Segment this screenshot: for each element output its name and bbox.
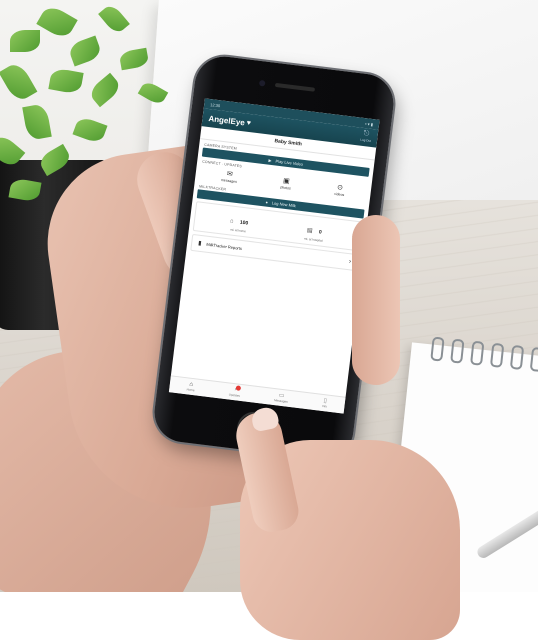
logout-label: Log Out xyxy=(360,137,372,143)
nav-home[interactable]: ⌂ Home xyxy=(186,381,195,393)
videos-label: videos xyxy=(333,191,345,198)
nav-info-label: Info xyxy=(321,403,328,409)
status-icons: ▪ ▾ ▮ xyxy=(364,120,374,127)
nav-info[interactable]: ▯ Info xyxy=(321,398,328,409)
milk-hospital-value: 0 xyxy=(318,229,323,236)
logo-text: AngelEye xyxy=(208,113,246,127)
milk-drop-icon: ● xyxy=(265,199,269,205)
nav-messages-label: Messages xyxy=(273,398,288,404)
bar-chart-icon: ▮ xyxy=(197,240,202,248)
left-hand-fingers xyxy=(352,215,400,385)
photos-label: photos xyxy=(280,185,291,191)
photos-button[interactable]: ▣ photos xyxy=(280,177,292,191)
messages-button[interactable]: ✉ messages xyxy=(221,170,238,184)
milk-stat-home: ⌂ 100 mL at home xyxy=(200,206,278,237)
videos-button[interactable]: ⊙ videos xyxy=(334,184,346,197)
phone-screen: 12:30 ▪ ▾ ▮ AngelEye ♥ ⎋ Log Out Baby Sm… xyxy=(168,98,380,414)
milk-home-value: 100 xyxy=(239,219,249,227)
milk-home-label: mL at home xyxy=(229,227,247,234)
notification-badge xyxy=(235,385,241,391)
nav-updates-label: Updates xyxy=(228,392,241,398)
milk-stat-hospital: ▤ 0 mL at hospital xyxy=(275,215,353,246)
milk-hospital-label: mL at hospital xyxy=(303,236,323,243)
status-time: 12:30 xyxy=(209,101,221,108)
hospital-icon: ▤ xyxy=(306,227,313,235)
angeleye-logo: AngelEye ♥ xyxy=(208,114,251,128)
messages-label: messages xyxy=(220,177,238,184)
log-milk-label: Log New Milk xyxy=(271,200,297,209)
nav-updates[interactable]: ◔ Updates xyxy=(228,385,241,398)
play-icon: ▶ xyxy=(268,157,272,163)
logout-button[interactable]: ⎋ Log Out xyxy=(360,130,372,144)
home-icon: ⌂ xyxy=(229,218,234,225)
heart-icon: ♥ xyxy=(246,119,252,127)
nav-messages[interactable]: ▭ Messages xyxy=(274,392,289,404)
nav-home-label: Home xyxy=(186,387,195,393)
